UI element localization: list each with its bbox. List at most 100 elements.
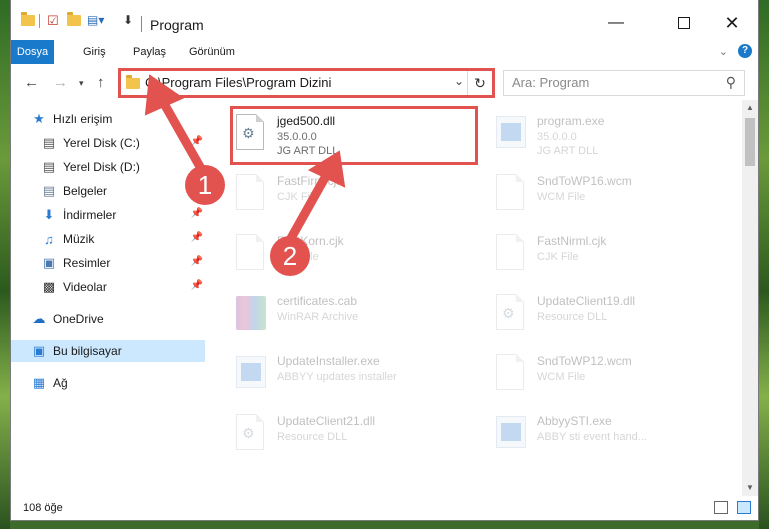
sidebar-item-network[interactable]: ▦ Ağ: [31, 372, 205, 394]
file-type: WCM File: [537, 371, 586, 383]
drive-icon: ▤: [42, 135, 56, 150]
new-folder-icon[interactable]: [67, 12, 81, 26]
sidebar-item-music[interactable]: ♫ Müzik 📌: [41, 228, 205, 250]
sidebar-item-local-disk-c[interactable]: ▤ Yerel Disk (C:) 📌: [41, 132, 205, 154]
file-name: AbbyySTI.exe: [537, 414, 612, 428]
maximize-icon: [678, 17, 690, 29]
sidebar-item-this-pc[interactable]: ▣ Bu bilgisayar: [11, 340, 205, 362]
video-icon: ▩: [42, 279, 56, 294]
view-options-icon[interactable]: ▤▾: [87, 13, 104, 27]
file-name: UpdateClient21.dll: [277, 414, 376, 428]
file-icon: [496, 354, 526, 392]
file-type: WinRAR Archive: [277, 311, 359, 323]
file-type: CJK File: [537, 251, 579, 263]
file-item[interactable]: UpdateInstaller.exe ABBYY updates instal…: [232, 346, 462, 402]
file-item[interactable]: ⚙ UpdateClient21.dll Resource DLL: [232, 406, 462, 462]
dll-icon: ⚙: [236, 414, 266, 452]
expand-ribbon-icon[interactable]: ⌄: [719, 45, 728, 58]
file-item[interactable]: SndToWP12.wcm WCM File: [492, 346, 722, 402]
sidebar-item-label: OneDrive: [53, 312, 104, 326]
file-version: 35.0.0.0: [537, 131, 577, 143]
pin-icon: 📌: [190, 256, 203, 267]
sidebar-item-label: İndirmeler: [63, 208, 117, 222]
file-icon: [236, 174, 266, 212]
tab-file[interactable]: Dosya: [11, 40, 54, 64]
sidebar-item-documents[interactable]: ▤ Belgeler: [41, 180, 205, 202]
minimize-icon: —: [608, 14, 624, 31]
file-item[interactable]: FastNirml.cjk CJK File: [492, 226, 722, 282]
title-divider: [141, 16, 142, 32]
recent-locations-icon[interactable]: ▾: [79, 78, 84, 89]
file-item[interactable]: program.exe 35.0.0.0 JG ART DLL: [492, 106, 722, 162]
toolbar-divider: [39, 14, 40, 28]
sidebar-item-label: Resimler: [63, 256, 111, 270]
file-item[interactable]: FastKorn.cjk CJK File: [232, 226, 462, 282]
computer-icon: ▣: [32, 343, 46, 358]
help-icon[interactable]: ?: [738, 44, 752, 58]
sidebar-item-pictures[interactable]: ▣ Resimler 📌: [41, 252, 205, 274]
sidebar-item-label: Yerel Disk (C:): [63, 136, 140, 150]
window-title: Program: [150, 17, 204, 33]
file-type: ABBYY updates installer: [277, 371, 397, 383]
large-icons-view-icon[interactable]: [737, 501, 751, 514]
file-item[interactable]: SndToWP16.wcm WCM File: [492, 166, 722, 222]
exe-icon: [496, 414, 526, 452]
file-type: ABBY sti event hand...: [537, 431, 647, 443]
file-name: SndToWP12.wcm: [537, 354, 632, 368]
close-button[interactable]: ✕: [709, 8, 755, 38]
details-view-icon[interactable]: [714, 501, 728, 514]
minimize-button[interactable]: —: [593, 8, 639, 38]
close-icon: ✕: [724, 12, 740, 33]
address-highlight: [118, 68, 495, 98]
sidebar-item-label: Ağ: [53, 376, 68, 390]
pin-icon: 📌: [190, 232, 203, 243]
customize-toolbar-icon[interactable]: ⬇: [123, 13, 133, 27]
file-icon: [496, 234, 526, 272]
folder-icon: [21, 12, 35, 26]
sidebar-item-onedrive[interactable]: ☁ OneDrive: [31, 308, 205, 330]
pictures-icon: ▣: [42, 255, 56, 270]
file-highlight: [230, 106, 478, 165]
tab-share[interactable]: Paylaş: [121, 40, 178, 64]
search-box[interactable]: Ara: Program ⚲: [503, 70, 745, 96]
dll-icon: ⚙: [496, 294, 526, 332]
exe-icon: [496, 114, 526, 152]
network-icon: ▦: [32, 375, 46, 390]
step-badge-2: 2: [270, 236, 310, 276]
forward-button[interactable]: →: [53, 74, 68, 91]
sidebar-item-local-disk-d[interactable]: ▤ Yerel Disk (D:): [41, 156, 205, 178]
sidebar-item-quick-access[interactable]: ★ Hızlı erişim: [31, 108, 225, 130]
vertical-scrollbar[interactable]: ▲ ▼: [742, 100, 758, 496]
properties-icon[interactable]: ☑: [47, 13, 59, 29]
file-description: JG ART DLL: [537, 145, 599, 157]
ribbon: Dosya Giriş Paylaş Görünüm ⌄ ?: [11, 40, 758, 66]
up-button[interactable]: ↑: [97, 74, 105, 91]
navigation-pane: ★ Hızlı erişim ▤ Yerel Disk (C:) 📌 ▤ Yer…: [11, 100, 209, 496]
file-item[interactable]: ⚙ UpdateClient19.dll Resource DLL: [492, 286, 722, 342]
file-item[interactable]: FastFirm.cjk CJK File: [232, 166, 462, 222]
sidebar-item-videos[interactable]: ▩ Videolar 📌: [41, 276, 205, 298]
maximize-button[interactable]: [661, 8, 707, 38]
pin-icon: 📌: [190, 280, 203, 291]
exe-icon: [236, 354, 266, 392]
drive-icon: ▤: [42, 159, 56, 174]
tab-home[interactable]: Giriş: [71, 40, 118, 64]
explorer-window: ☑ ▤▾ ⬇ Program — ✕ Dosya Giriş Paylaş Gö…: [11, 0, 758, 520]
sidebar-item-label: Bu bilgisayar: [53, 344, 122, 358]
scroll-down-icon[interactable]: ▼: [742, 480, 758, 496]
sidebar-item-downloads[interactable]: ⬇ İndirmeler 📌: [41, 204, 205, 226]
status-bar: 108 öğe: [11, 496, 758, 520]
pin-icon: 📌: [190, 136, 203, 147]
archive-icon: [236, 294, 266, 332]
file-item[interactable]: AbbyySTI.exe ABBY sti event hand...: [492, 406, 722, 462]
scroll-thumb[interactable]: [745, 118, 755, 166]
item-count: 108 öğe: [23, 502, 63, 514]
tab-view[interactable]: Görünüm: [177, 40, 247, 64]
file-item[interactable]: certificates.cab WinRAR Archive: [232, 286, 462, 342]
file-name: SndToWP16.wcm: [537, 174, 632, 188]
file-type: CJK File: [277, 191, 319, 203]
search-input[interactable]: Ara: Program: [512, 75, 589, 90]
ribbon-controls: ⌄ ?: [719, 44, 752, 58]
back-button[interactable]: ←: [24, 74, 39, 91]
scroll-up-icon[interactable]: ▲: [742, 100, 758, 116]
